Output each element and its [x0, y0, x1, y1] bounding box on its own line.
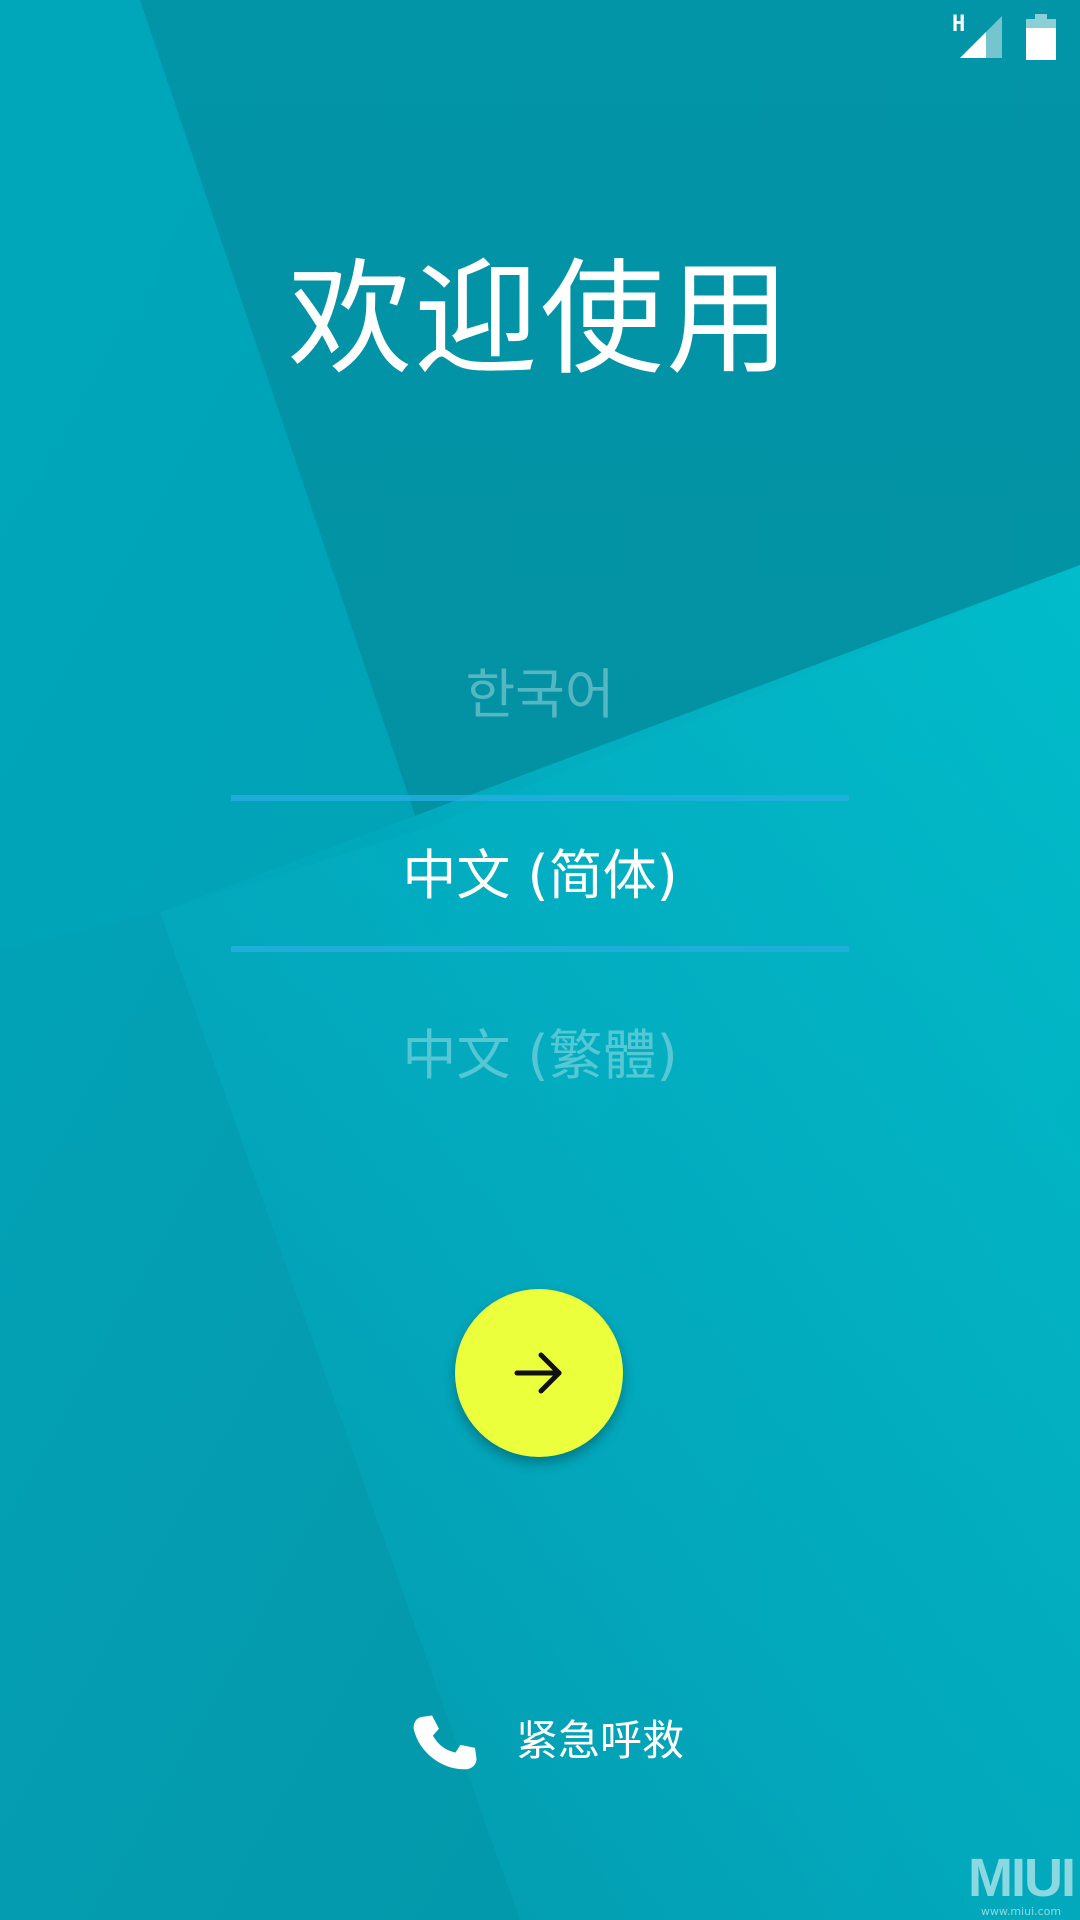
picker-divider-top	[231, 795, 849, 801]
next-button[interactable]	[455, 1289, 623, 1457]
miui-logo: MIUI	[968, 1848, 1076, 1908]
battery-icon	[1026, 14, 1056, 60]
picker-divider-bottom	[231, 946, 849, 952]
cellular-signal-icon	[960, 16, 1002, 58]
language-option-simplified-chinese[interactable]: 中文 (简体)	[0, 836, 1080, 916]
arrow-right-icon	[514, 1352, 562, 1394]
miui-url: www.miui.com	[980, 1905, 1062, 1918]
status-bar: H	[0, 0, 1080, 75]
emergency-call-button[interactable]: 紧急呼救	[400, 1700, 700, 1790]
language-picker[interactable]: 한국어 中文 (简体) 中文 (繁體)	[0, 620, 1080, 1100]
language-option-korean[interactable]: 한국어	[0, 655, 1080, 735]
welcome-title: 欢迎使用	[287, 248, 792, 392]
emergency-call-label: 紧急呼救	[516, 1716, 685, 1765]
language-option-traditional-chinese[interactable]: 中文 (繁體)	[0, 1016, 1080, 1096]
phone-icon	[413, 1715, 477, 1770]
miui-watermark: MIUI www.miui.com	[966, 1851, 1076, 1918]
